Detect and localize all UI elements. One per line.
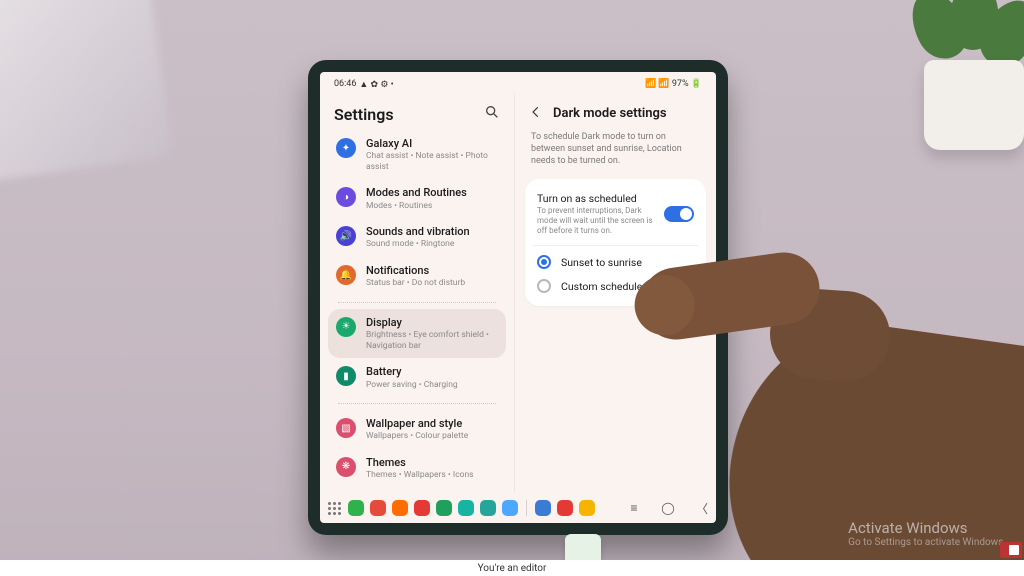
detail-title: Dark mode settings: [553, 106, 667, 121]
list-separator: [338, 302, 496, 303]
item-sub: Chat assist • Note assist • Photo assist: [366, 151, 498, 172]
schedule-card: Turn on as scheduled To prevent interrup…: [525, 179, 706, 306]
tablet-device: 06:46 ▲ ✿ ⚙ • 📶 📶 97% 🔋 Settings: [308, 60, 728, 535]
settings-item-modes[interactable]: ◑ Modes and Routines Modes • Routines: [328, 179, 506, 218]
item-sub: Status bar • Do not disturb: [366, 278, 465, 289]
watermark-sub: Go to Settings to activate Windows.: [848, 537, 1006, 548]
option-sunset-sunrise[interactable]: Sunset to sunrise: [535, 250, 696, 274]
item-title: Galaxy AI: [366, 137, 498, 150]
nav-bar: ≡ ◯ 〈: [626, 497, 710, 519]
item-sub: Brightness • Eye comfort shield • Naviga…: [366, 330, 498, 351]
settings-item-galaxy-ai[interactable]: ✦ Galaxy AIChat assist • Note assist • P…: [328, 130, 506, 179]
option-label: Custom schedule: [561, 280, 694, 293]
dock-app[interactable]: [579, 500, 595, 516]
search-icon[interactable]: [484, 104, 500, 124]
dock-app[interactable]: [436, 500, 452, 516]
turn-on-scheduled-row[interactable]: Turn on as scheduled To prevent interrup…: [535, 187, 696, 241]
app-dock: ≡ ◯ 〈: [320, 493, 716, 523]
settings-item-sounds[interactable]: 🔊 Sounds and vibrationSound mode • Ringt…: [328, 218, 506, 257]
list-separator: [338, 403, 496, 404]
item-sub: Wallpapers • Colour palette: [366, 431, 468, 442]
item-sub: Sound mode • Ringtone: [366, 239, 470, 250]
settings-item-notifications[interactable]: 🔔 NotificationsStatus bar • Do not distu…: [328, 257, 506, 296]
dock-app[interactable]: [348, 500, 364, 516]
item-title: Sounds and vibration: [366, 225, 470, 238]
settings-title: Settings: [334, 105, 394, 124]
nav-home-icon[interactable]: ◯: [660, 500, 676, 516]
status-right-icons: 📶 📶 97% 🔋: [645, 79, 702, 89]
nav-recents-icon[interactable]: ≡: [626, 500, 642, 516]
editor-status-text: You're an editor: [478, 563, 547, 574]
item-title: Display: [366, 316, 498, 329]
item-title: Notifications: [366, 264, 465, 277]
dock-divider: [526, 500, 527, 516]
settings-master-pane: Settings ✦ Galaxy AIChat assist • Note a…: [320, 94, 515, 493]
radio-unchecked-icon[interactable]: [537, 279, 551, 293]
option-label: Sunset to sunrise: [561, 256, 694, 269]
item-title: Themes: [366, 456, 474, 469]
device-screen: 06:46 ▲ ✿ ⚙ • 📶 📶 97% 🔋 Settings: [320, 72, 716, 523]
radio-checked-icon[interactable]: [537, 255, 551, 269]
item-sub: Themes • Wallpapers • Icons: [366, 470, 474, 481]
themes-icon: ❋: [336, 457, 356, 477]
apps-drawer-icon[interactable]: [326, 500, 342, 516]
back-icon[interactable]: [529, 104, 543, 123]
dock-app[interactable]: [414, 500, 430, 516]
nav-back-icon[interactable]: 〈: [694, 500, 710, 516]
sound-icon: 🔊: [336, 226, 356, 246]
item-title: Battery: [366, 365, 458, 378]
item-sub: Power saving • Charging: [366, 380, 458, 391]
option-custom-schedule[interactable]: Custom schedule: [535, 274, 696, 298]
dock-app[interactable]: [535, 500, 551, 516]
windows-activation-watermark: Activate Windows Go to Settings to activ…: [848, 519, 1006, 548]
sparkle-icon: ✦: [336, 138, 356, 158]
dock-app[interactable]: [480, 500, 496, 516]
settings-item-battery[interactable]: ▮ Battery Power saving • Charging: [328, 358, 506, 397]
settings-list: ✦ Galaxy AIChat assist • Note assist • P…: [320, 130, 514, 493]
settings-item-themes[interactable]: ❋ ThemesThemes • Wallpapers • Icons: [328, 449, 506, 488]
tray-icon: [1000, 542, 1022, 558]
item-title: Wallpaper and style: [366, 417, 468, 430]
display-icon: ☀: [336, 317, 356, 337]
editor-status-bar: You're an editor: [0, 560, 1024, 576]
settings-item-wallpaper[interactable]: ▧ Wallpaper and styleWallpapers • Colour…: [328, 410, 506, 449]
settings-detail-pane: Dark mode settings To schedule Dark mode…: [515, 94, 716, 493]
status-bar: 06:46 ▲ ✿ ⚙ • 📶 📶 97% 🔋: [320, 72, 716, 94]
status-left-icons: ▲ ✿ ⚙ •: [359, 79, 393, 90]
crystal-prop: [0, 0, 173, 183]
detail-info-text: To schedule Dark mode to turn on between…: [515, 129, 716, 175]
modes-icon: ◑: [336, 187, 356, 207]
item-title: Modes and Routines: [366, 186, 467, 199]
status-time: 06:46: [334, 79, 356, 89]
item-sub: Modes • Routines: [366, 201, 467, 212]
dock-app[interactable]: [557, 500, 573, 516]
settings-item-display[interactable]: ☀ DisplayBrightness • Eye comfort shield…: [328, 309, 506, 358]
photo-stage: 06:46 ▲ ✿ ⚙ • 📶 📶 97% 🔋 Settings: [0, 0, 1024, 576]
row-sub: To prevent interruptions, Dark mode will…: [537, 206, 654, 236]
watermark-title: Activate Windows: [848, 519, 1006, 537]
dock-app[interactable]: [370, 500, 386, 516]
wallpaper-icon: ▧: [336, 418, 356, 438]
card-divider: [533, 245, 698, 246]
plant-prop: [894, 0, 1024, 150]
row-title: Turn on as scheduled: [537, 192, 654, 205]
dock-app[interactable]: [392, 500, 408, 516]
dock-app[interactable]: [502, 500, 518, 516]
bell-icon: 🔔: [336, 265, 356, 285]
battery-icon: ▮: [336, 366, 356, 386]
scheduled-toggle[interactable]: [664, 206, 694, 222]
dock-app[interactable]: [458, 500, 474, 516]
